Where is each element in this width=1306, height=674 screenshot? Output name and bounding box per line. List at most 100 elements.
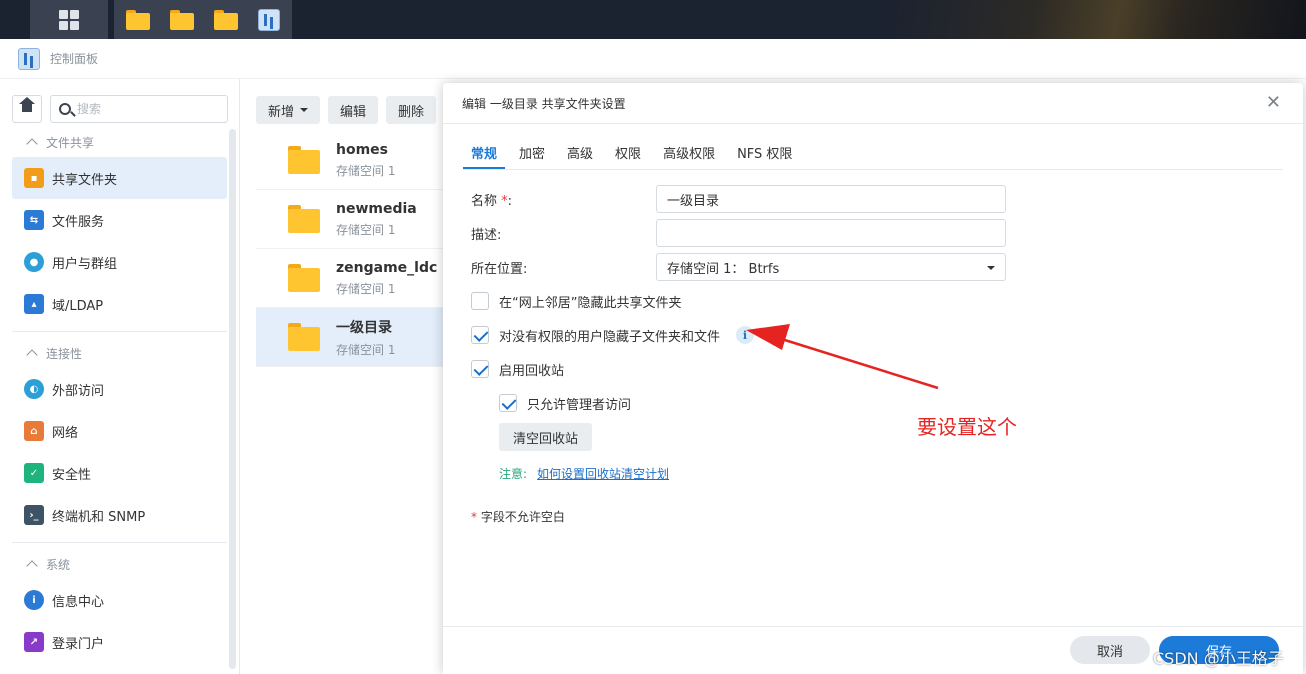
sidebar-item-label: 信息中心 [52,594,105,610]
empty-recycle-button[interactable]: 清空回收站 [499,423,593,451]
list-item[interactable]: homes 存储空间 1 [256,131,450,190]
create-label: 新增 [268,104,295,120]
home-icon [19,97,35,115]
dialog-header: 编辑 一级目录 共享文件夹设置 ✕ [443,83,1303,124]
tab-nfs-permissions[interactable]: NFS 权限 [729,137,800,169]
tab-advanced[interactable]: 高级 [559,137,601,169]
sidebar-item-terminal[interactable]: ›_ 终端机和 SNMP [12,494,227,536]
folder-list-pane: 新增 编辑 删除 homes 存储空间 1 newmedia 存储空间 1 zeng… [240,79,450,674]
sidebar-item-users[interactable]: ● 用户与群组 [12,241,227,283]
name-label-colon: : [507,193,513,209]
dialog-tabs: 常规 加密 高级 权限 高级权限 NFS 权限 [463,137,1283,170]
users-icon: ● [24,252,44,272]
search-box[interactable] [50,95,228,123]
sidebar-item-label: 用户与群组 [52,256,118,272]
divider [12,542,227,543]
section-title: 文件共享 [46,135,95,150]
sidebar-item-info-center[interactable]: i 信息中心 [12,579,227,621]
delete-button[interactable]: 删除 [386,96,437,124]
tab-permissions[interactable]: 权限 [607,137,649,169]
grid-icon [59,9,79,30]
search-input[interactable] [77,102,217,116]
dialog-title: 编辑 一级目录 共享文件夹设置 [462,96,626,111]
edit-shared-folder-dialog: 编辑 一级目录 共享文件夹设置 ✕ 常规 加密 高级 权限 高级权限 NFS 权… [443,83,1303,674]
sidebar-item-ldap[interactable]: ▴ 域/LDAP [12,283,227,325]
admin-only-checkbox[interactable] [499,394,517,412]
toolbar: 新增 编辑 删除 [240,79,450,124]
folder-icon[interactable] [170,9,194,30]
section-connectivity[interactable]: 连接性 [0,338,239,368]
tab-advanced-permissions[interactable]: 高级权限 [655,137,723,169]
sidebar-item-file-service[interactable]: ⇆ 文件服务 [12,199,227,241]
sidebar-item-label: 共享文件夹 [52,172,118,188]
section-title: 系统 [46,557,71,572]
description-label: 描述: [471,227,502,243]
sidebar-item-label: 终端机和 SNMP [52,509,146,525]
location-value: 存储空间 1： Btrfs [667,261,780,277]
folder-name: homes [336,141,389,158]
sidebar-item-network[interactable]: ⌂ 网络 [12,410,227,452]
sidebar-item-shared-folder[interactable]: ▪ 共享文件夹 [12,157,227,199]
info-icon: i [24,590,44,610]
sidebar-scrollbar[interactable] [229,129,236,669]
sidebar-item-label: 文件服务 [52,214,105,230]
location-label: 所在位置: [471,261,528,277]
shield-icon: ✓ [24,463,44,483]
info-icon[interactable]: i [736,326,755,344]
control-panel-icon[interactable] [258,8,280,31]
divider [12,331,227,332]
close-icon[interactable]: ✕ [1266,94,1281,112]
section-system[interactable]: 系统 [0,549,239,579]
edit-button[interactable]: 编辑 [328,96,379,124]
section-file-sharing[interactable]: 文件共享 [0,127,239,157]
taskbar [0,0,1306,39]
folder-location: 存储空间 1 [336,342,396,357]
admin-only-row: 只允许管理者访问 [471,386,1303,420]
sidebar-item-label: 外部访问 [52,383,105,399]
cancel-button[interactable]: 取消 [1070,636,1150,664]
create-button[interactable]: 新增 [256,96,321,124]
location-select[interactable]: 存储空间 1： Btrfs [656,253,1006,281]
note-row: 注意: 如何设置回收站清空计划 [499,465,1303,482]
chevron-up-icon [26,138,38,150]
chevron-down-icon [987,266,995,270]
annotation-text: 要设置这个 [917,415,1017,439]
sidebar-item-security[interactable]: ✓ 安全性 [12,452,227,494]
chevron-up-icon [26,560,38,572]
recycle-schedule-link[interactable]: 如何设置回收站清空计划 [537,465,669,482]
tab-general[interactable]: 常规 [463,137,506,169]
tab-encryption[interactable]: 加密 [511,137,553,169]
list-item[interactable]: newmedia 存储空间 1 [256,190,450,249]
sidebar-item-login-portal[interactable]: ↗ 登录门户 [12,621,227,663]
home-button[interactable] [12,95,42,123]
ldap-icon: ▴ [24,294,44,314]
note-label: 注意: [499,467,528,481]
main-menu-button[interactable] [30,0,108,39]
list-item[interactable]: zengame_ldc 存储空间 1 [256,249,450,308]
folder-name: 一级目录 [336,319,392,336]
list-item[interactable]: 一级目录存储空间 1 [256,308,450,367]
recycle-bin-checkbox[interactable] [471,360,489,378]
folder-name: zengame_ldc [336,259,438,276]
portal-icon: ↗ [24,632,44,652]
sidebar-item-label: 安全性 [52,467,92,483]
description-field[interactable] [656,219,1006,247]
folder-list: homes 存储空间 1 newmedia 存储空间 1 zengame_ldc 存储… [240,131,450,367]
shared-folder-icon: ▪ [24,168,44,188]
search-icon [59,103,71,115]
folder-icon [288,205,320,233]
hide-network-label: 在“网上邻居”隐藏此共享文件夹 [499,295,682,311]
name-label-text: 名称 [471,193,498,209]
required-note-text: 字段不允许空白 [477,510,565,524]
hide-subfolders-checkbox[interactable] [471,326,489,344]
folder-icon [288,323,320,351]
sidebar-item-external-access[interactable]: ◐ 外部访问 [12,368,227,410]
folder-icon[interactable] [214,9,238,30]
folder-icon[interactable] [126,9,150,30]
name-field[interactable] [656,185,1006,213]
name-label: 名称 *: [471,190,656,209]
recycle-bin-row: 启用回收站 [471,352,1303,386]
folder-location: 存储空间 1 [336,163,396,178]
hide-network-checkbox[interactable] [471,292,489,310]
general-form: 名称 *: 描述: 所在位置: 存储空间 1： Btrfs 在“网上邻居”隐藏此… [471,182,1303,525]
